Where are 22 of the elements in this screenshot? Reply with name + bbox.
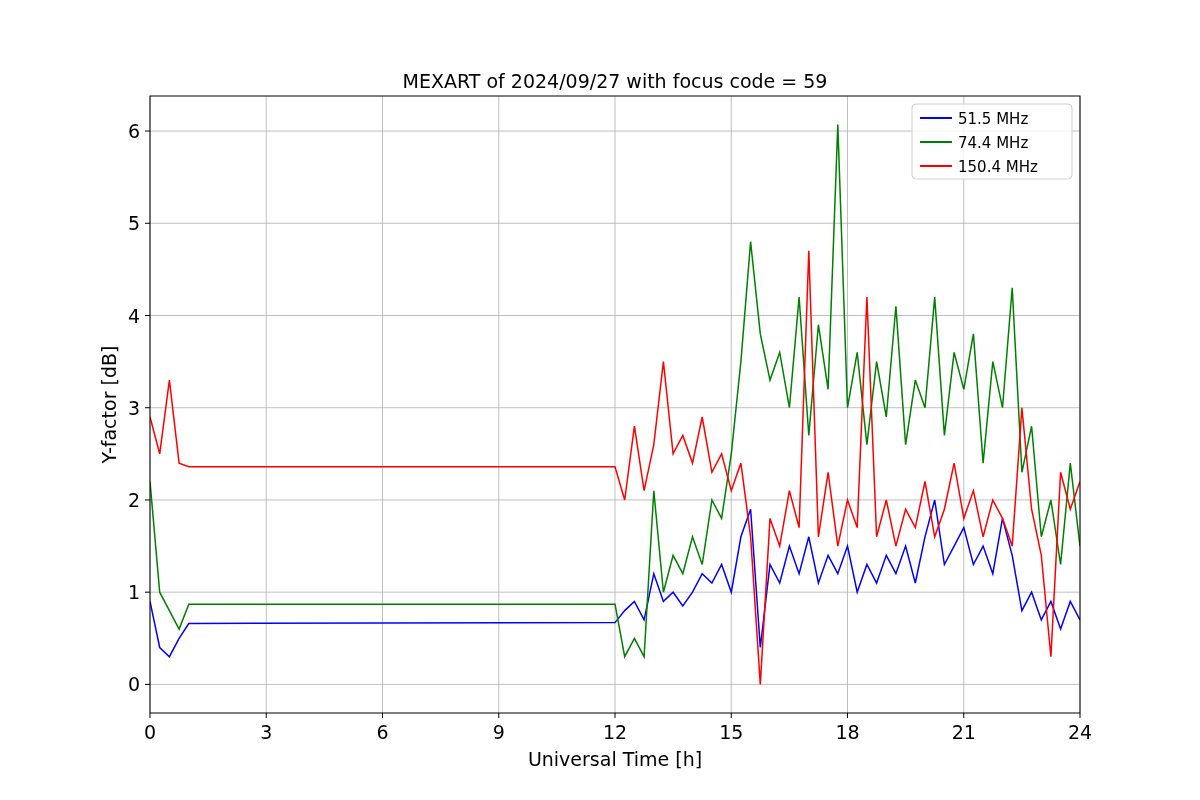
- x-tick-label: 0: [143, 721, 157, 743]
- x-tick-label: 15: [719, 721, 744, 743]
- x-tick-label: 3: [260, 721, 273, 743]
- x-tick-label: 18: [835, 721, 860, 743]
- y-tick-label: 6: [127, 120, 140, 143]
- y-tick-label: 5: [127, 212, 140, 235]
- y-tick-label: 3: [127, 396, 140, 419]
- x-tick-label: 6: [376, 721, 389, 743]
- chart-title: MEXART of 2024/09/27 with focus code = 59: [402, 70, 828, 92]
- x-tick-label: 9: [492, 721, 505, 743]
- y-tick-label: 0: [127, 673, 140, 696]
- legend-label: 150.4 MHz: [958, 158, 1038, 176]
- x-tick-label: 21: [951, 721, 976, 743]
- y-tick-label: 2: [127, 488, 140, 511]
- y-tick-label: 4: [127, 304, 140, 327]
- y-tick-label: 1: [127, 581, 140, 604]
- legend-label: 74.4 MHz: [958, 134, 1029, 152]
- x-tick-label: 12: [602, 721, 628, 743]
- x-axis-label: Universal Time [h]: [527, 748, 703, 770]
- y-axis-label: Y-factor [dB]: [98, 345, 120, 464]
- x-tick-label: 24: [1067, 721, 1093, 743]
- legend-label: 51.5 MHz: [958, 110, 1029, 128]
